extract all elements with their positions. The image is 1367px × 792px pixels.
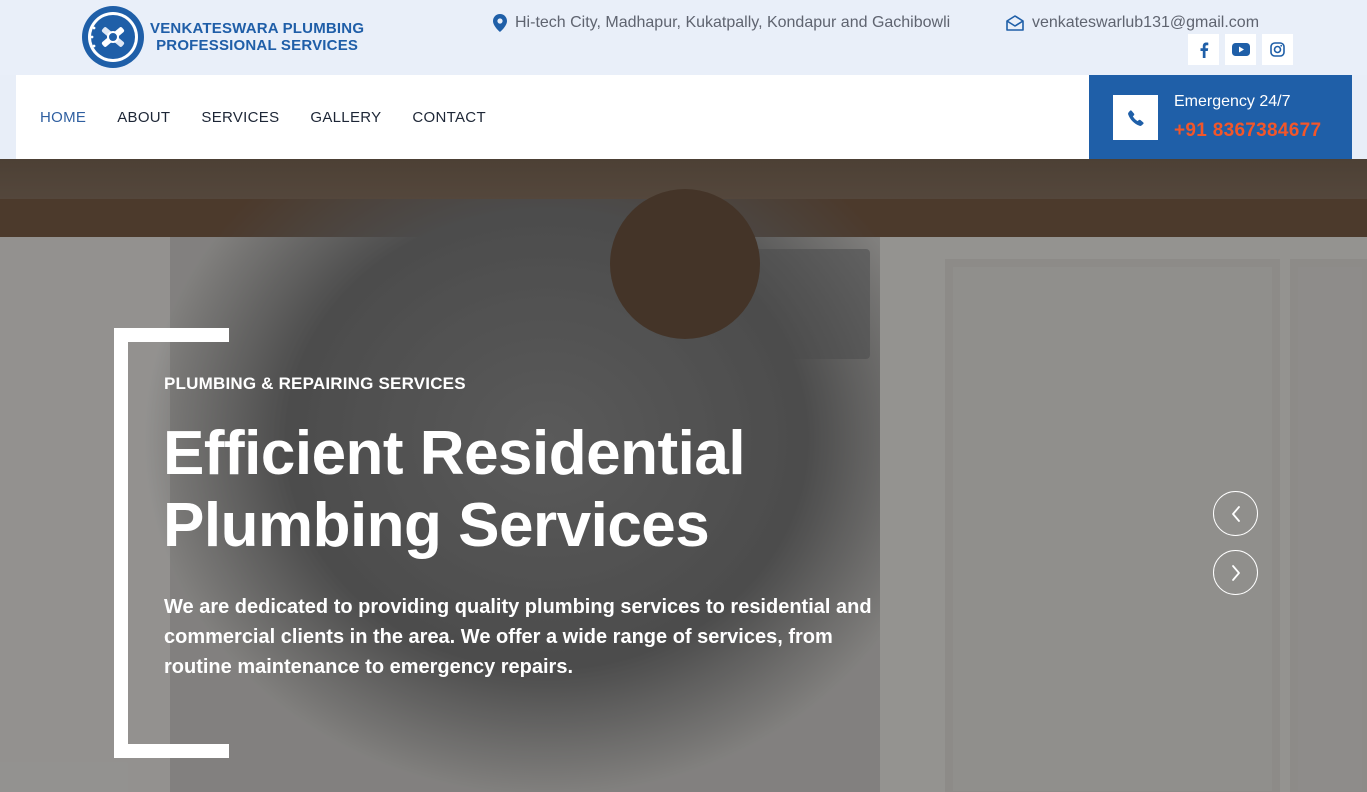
chevron-left-icon xyxy=(1231,505,1240,522)
email-text[interactable]: venkateswarlub131@gmail.com xyxy=(1032,14,1259,32)
slider-prev-button[interactable] xyxy=(1213,491,1258,536)
youtube-icon xyxy=(1231,43,1250,56)
nav-contact[interactable]: CONTACT xyxy=(412,109,485,126)
hero-description: We are dedicated to providing quality pl… xyxy=(164,596,872,678)
main-navbar: HOME ABOUT SERVICES GALLERY CONTACT xyxy=(16,75,1089,159)
main-nav: HOME ABOUT SERVICES GALLERY CONTACT xyxy=(40,75,486,159)
brand-name-line2: PROFESSIONAL SERVICES xyxy=(156,37,359,54)
email-info[interactable]: venkateswarlub131@gmail.com xyxy=(1006,12,1259,34)
instagram-link[interactable] xyxy=(1262,34,1293,65)
social-links xyxy=(1188,34,1293,65)
hero-frame-left xyxy=(114,328,128,758)
phone-icon xyxy=(1127,109,1144,126)
phone-button[interactable] xyxy=(1113,95,1158,140)
brand-name-line1: VENKATESWARA PLUMBING xyxy=(150,20,365,37)
emergency-label: Emergency 24/7 xyxy=(1174,93,1291,110)
hero-frame-bottom xyxy=(114,744,229,758)
chevron-right-icon xyxy=(1231,564,1240,581)
envelope-open-icon xyxy=(1006,15,1024,31)
top-bar: VENKATESWARA PLUMBING PROFESSIONAL SERVI… xyxy=(0,0,1367,75)
hero-frame-top xyxy=(114,328,229,342)
instagram-icon xyxy=(1270,42,1285,57)
nav-services[interactable]: SERVICES xyxy=(201,109,279,126)
slider-next-button[interactable] xyxy=(1213,550,1258,595)
brand-logo[interactable]: VENKATESWARA PLUMBING PROFESSIONAL SERVI… xyxy=(80,4,380,70)
nav-home[interactable]: HOME xyxy=(40,109,86,126)
facebook-icon xyxy=(1200,42,1208,58)
hero-headline: Efficient Residential Plumbing Services xyxy=(163,419,746,560)
nav-gallery[interactable]: GALLERY xyxy=(310,109,381,126)
youtube-link[interactable] xyxy=(1225,34,1256,65)
plumber-tools-logo-icon xyxy=(82,6,144,68)
emergency-phone-number[interactable]: +91 8367384677 xyxy=(1174,120,1321,142)
facebook-link[interactable] xyxy=(1188,34,1219,65)
address-info: Hi-tech City, Madhapur, Kukatpally, Kond… xyxy=(493,12,950,34)
hero-eyebrow: PLUMBING & REPAIRING SERVICES xyxy=(164,374,466,393)
address-text: Hi-tech City, Madhapur, Kukatpally, Kond… xyxy=(515,14,951,31)
map-pin-icon xyxy=(493,14,507,32)
brand-name: VENKATESWARA PLUMBING PROFESSIONAL SERVI… xyxy=(150,20,364,54)
nav-about[interactable]: ABOUT xyxy=(117,109,170,126)
emergency-callout[interactable]: Emergency 24/7 +91 8367384677 xyxy=(1089,75,1352,159)
